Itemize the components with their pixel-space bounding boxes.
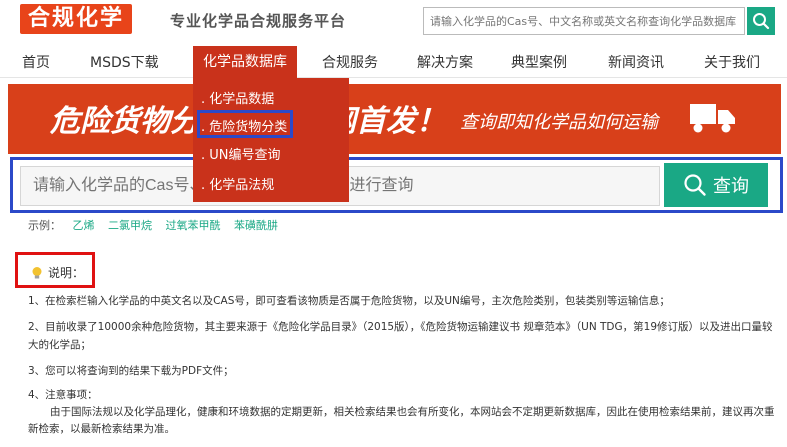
search-icon bbox=[684, 174, 706, 196]
examples-label: 示例： bbox=[28, 219, 61, 232]
site-slogan: 专业化学品合规服务平台 bbox=[170, 12, 347, 30]
example-link[interactable]: 过氧苯甲酰 bbox=[166, 219, 221, 232]
note-title: 说明： bbox=[48, 266, 85, 280]
banner-subtitle: 查询即知化学品如何运输 bbox=[460, 112, 658, 133]
nav-item-compliance[interactable]: 合规服务 bbox=[322, 52, 378, 72]
top-search-input[interactable] bbox=[423, 7, 745, 35]
note-paragraph-2: 2、目前收录了10000余种危险货物，其主要来源于《危险化学品目录》（2015版… bbox=[28, 321, 773, 351]
note-paragraph-1: 1、在检索栏输入化学品的中英文名以及CAS号，即可查看该物质是否属于危险货物，以… bbox=[28, 295, 670, 307]
nav-item-solutions[interactable]: 解决方案 bbox=[417, 52, 473, 72]
chem-db-dropdown: . 化学品数据 . 危险货物分类 . UN编号查询 . 化学品法规 bbox=[193, 78, 349, 202]
highlight-box-dropdown bbox=[197, 110, 293, 138]
example-link[interactable]: 二氯甲烷 bbox=[108, 219, 152, 232]
search-button-label: 查询 bbox=[713, 176, 749, 197]
top-search-button[interactable] bbox=[747, 7, 775, 35]
site-logo[interactable]: 合规化学 bbox=[20, 4, 133, 34]
note-paragraph-3: 3、您可以将查询到的结果下载为PDF文件； bbox=[28, 365, 234, 377]
dropdown-item-regulations[interactable]: . 化学品法规 bbox=[201, 174, 274, 193]
main-nav: 首页 MSDS下载 化学品数据库 合规服务 解决方案 典型案例 新闻资讯 关于我… bbox=[0, 46, 787, 78]
nav-item-about[interactable]: 关于我们 bbox=[704, 52, 760, 72]
header: 合规化学 专业化学品合规服务平台 bbox=[0, 0, 787, 46]
dropdown-item-chem-data[interactable]: . 化学品数据 bbox=[201, 88, 274, 107]
example-link[interactable]: 苯磺酰肼 bbox=[234, 219, 278, 232]
nav-item-news[interactable]: 新闻资讯 bbox=[608, 52, 664, 72]
search-examples: 示例： 乙烯 二氯甲烷 过氧苯甲酰 苯磺酰肼 bbox=[28, 217, 288, 233]
dropdown-item-un-lookup[interactable]: . UN编号查询 bbox=[201, 144, 281, 163]
truck-icon bbox=[690, 104, 735, 133]
nav-item-cases[interactable]: 典型案例 bbox=[511, 52, 567, 72]
example-link[interactable]: 乙烯 bbox=[73, 219, 95, 232]
dropdown-item-label: UN编号查询 bbox=[209, 148, 281, 163]
nav-item-home[interactable]: 首页 bbox=[22, 52, 50, 72]
note-heading: 说明： bbox=[30, 264, 84, 281]
main-search-button[interactable]: 查询 bbox=[664, 163, 768, 207]
dropdown-item-label: 化学品法规 bbox=[209, 178, 275, 193]
note-paragraph-5: 由于国际法规以及化学品理化，健康和环境数据的定期更新，相关检索结果也会有所变化，… bbox=[28, 406, 775, 435]
search-icon bbox=[753, 13, 770, 30]
banner-headline-left: 危险货物分 bbox=[50, 104, 200, 139]
promo-banner: 危险货物分 网首发！ 查询即知化学品如何运输 bbox=[8, 84, 781, 154]
nav-item-chem-db[interactable]: 化学品数据库 bbox=[193, 46, 297, 78]
lightbulb-icon bbox=[32, 266, 42, 278]
nav-item-msds[interactable]: MSDS下载 bbox=[90, 52, 159, 72]
dropdown-item-label: 化学品数据 bbox=[209, 92, 275, 107]
note-paragraph-4: 4、注意事项： bbox=[28, 389, 98, 401]
